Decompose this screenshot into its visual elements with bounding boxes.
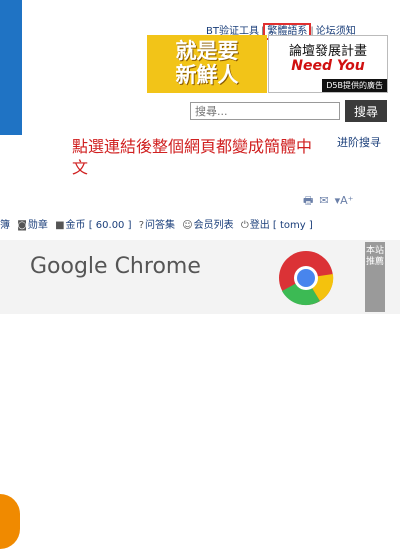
advanced-search-link[interactable]: 进阶搜寻: [337, 134, 381, 150]
userbar-item-members[interactable]: 会员列表: [194, 220, 234, 231]
userbar-item-logout[interactable]: 登出 [ tomy ]: [250, 220, 313, 231]
userbar-item-medals[interactable]: 勋章: [28, 220, 48, 231]
ad-banner-right[interactable]: 論壇發展計畫 Need You D5B提供的廣告: [268, 35, 388, 93]
coin-icon: ■: [55, 220, 65, 231]
ad-left-line1: 就是要: [175, 39, 239, 63]
ad-right-line2: Need You: [291, 58, 365, 74]
ad-banner-left[interactable]: 就是要 新鮮人: [147, 35, 267, 93]
ad-right-line1: 論壇發展計畫: [288, 44, 367, 59]
chrome-banner[interactable]: Google Chrome 本站推薦: [0, 240, 400, 549]
userbar-item-faq[interactable]: 问答集: [145, 220, 175, 231]
email-icon[interactable]: ✉: [319, 194, 328, 207]
search-input[interactable]: [190, 102, 340, 120]
userbar-item-notebook[interactable]: 簿: [0, 220, 10, 231]
page-tools: 🖶 ✉ ▾A⁺: [303, 192, 359, 211]
chrome-logo-icon: [279, 251, 334, 306]
ad-right-badge: D5B提供的廣告: [322, 79, 387, 92]
medal-icon: ◙: [17, 220, 27, 231]
search-button[interactable]: 搜尋: [345, 100, 387, 122]
user-bar: 簿 ◙勋章 ■金币 [ 60.00 ] ?问答集 ☺会员列表 ⏻登出 [ tom…: [0, 216, 313, 231]
question-icon: ?: [138, 220, 144, 231]
font-size-icon[interactable]: ▾A⁺: [335, 194, 354, 207]
logout-icon: ⏻: [240, 220, 249, 231]
print-icon[interactable]: 🖶: [303, 194, 313, 207]
firefox-logo-partial: [0, 494, 20, 549]
ad-left-line2: 新鮮人: [175, 63, 239, 87]
userbar-item-coins[interactable]: 金币 [ 60.00 ]: [66, 220, 132, 231]
members-icon: ☺: [182, 220, 193, 231]
annotation-text: 點選連結後整個網頁都變成簡體中文: [72, 137, 313, 177]
recommend-tab[interactable]: 本站推薦: [365, 242, 385, 312]
banner-title: Google Chrome: [30, 254, 201, 279]
left-blue-panel: [0, 0, 22, 135]
